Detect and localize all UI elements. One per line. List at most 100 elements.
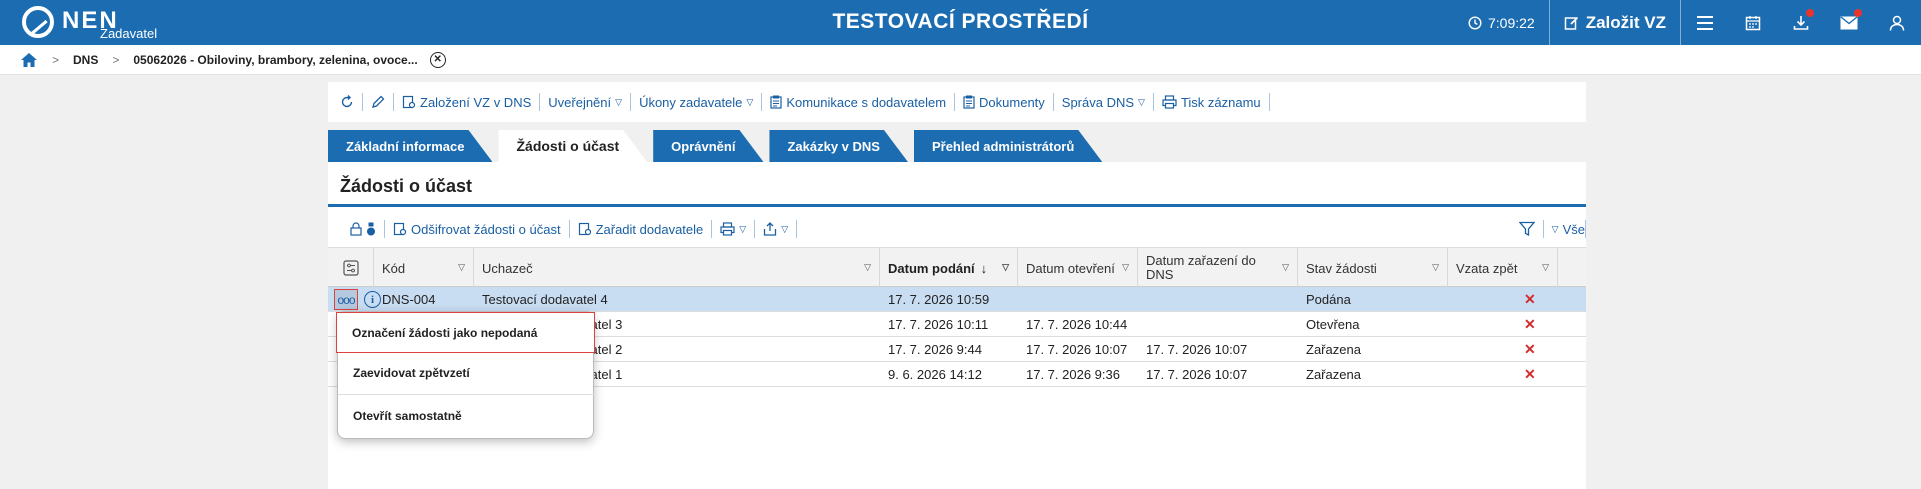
cell-datum-zarazeni	[1138, 312, 1146, 337]
column-header-uchazec[interactable]: Uchazeč ▽	[474, 248, 880, 288]
column-header-datum-podani[interactable]: Datum podání ↓ ▽	[880, 248, 1018, 288]
cell-uchazec: Testovací dodavatel 4	[482, 292, 608, 307]
mail-icon	[1840, 15, 1858, 29]
printer-icon	[1162, 95, 1177, 109]
column-label: Stav žádosti	[1306, 260, 1377, 276]
filter-arrow-icon[interactable]: ▽	[1542, 262, 1549, 273]
cell-datum-otevreni: 17. 7. 2026 9:36	[1026, 367, 1120, 382]
print-dropdown[interactable]: ▽	[712, 220, 756, 238]
menu-item-mark-not-submitted[interactable]: Označení žádosti jako nepodaná	[336, 312, 595, 353]
lock-toggle-button[interactable]	[342, 220, 385, 238]
clipboard-icon	[963, 95, 975, 109]
sprava-dns-dropdown[interactable]: Správa DNS ▽	[1054, 93, 1154, 111]
decrypt-requests-button[interactable]: Odšifrovat žádosti o účast	[385, 220, 570, 238]
assign-supplier-button[interactable]: Zařadit dodavatele	[570, 220, 713, 238]
tab-zadosti-o-ucast[interactable]: Žádosti o účast	[498, 130, 647, 162]
grid-toolbar: Odšifrovat žádosti o účast Zařadit dodav…	[328, 214, 1586, 244]
sort-down-icon: ↓	[980, 260, 988, 276]
calendar-button[interactable]	[1729, 0, 1777, 45]
tab-zakazky-v-dns[interactable]: Zakázky v DNS	[769, 130, 908, 162]
sliders-icon	[342, 260, 359, 276]
column-settings-button[interactable]	[328, 248, 374, 288]
session-clock: 7:09:22	[1454, 0, 1550, 45]
printer-icon	[720, 222, 735, 236]
notification-dot	[1806, 9, 1814, 17]
column-header-stav-zadosti[interactable]: Stav žádosti ▽	[1298, 248, 1448, 288]
section-title: Žádosti o účast	[340, 176, 473, 196]
chevron-down-icon: ▽	[1138, 96, 1145, 107]
export-dropdown[interactable]: ▽	[755, 220, 798, 238]
dokumenty-button[interactable]: Dokumenty	[955, 93, 1054, 111]
menu-item-open-standalone[interactable]: Otevřít samostatně	[338, 396, 595, 436]
row-actions-button[interactable]: ooo	[334, 289, 358, 310]
tab-bar: Základní informace Žádosti o účast Opráv…	[328, 130, 1108, 162]
table-row[interactable]: ooo i DNS-004 Testovací dodavatel 4 17. …	[328, 287, 1586, 312]
column-label: Datum podání	[888, 260, 975, 276]
column-header-vzata-zpet[interactable]: Vzata zpět ▽	[1448, 248, 1558, 288]
menu-item-record-withdrawal[interactable]: Zaevidovat zpětvzetí	[338, 354, 595, 392]
tab-opravneni[interactable]: Oprávnění	[653, 130, 763, 162]
uverejneni-label: Uveřejnění	[548, 94, 612, 110]
zalozeni-vz-button[interactable]: Založení VZ v DNS	[394, 93, 541, 111]
messages-button[interactable]	[1825, 0, 1873, 45]
refresh-button[interactable]	[336, 93, 363, 111]
dokumenty-label: Dokumenty	[979, 94, 1045, 110]
breadcrumb-item-current[interactable]: 05062026 - Obiloviny, brambory, zelenina…	[133, 53, 417, 67]
column-label: Uchazeč	[482, 260, 533, 276]
downloads-button[interactable]	[1777, 0, 1825, 45]
chevron-down-icon: ▽	[615, 96, 623, 107]
komunikace-label: Komunikace s dodavatelem	[786, 94, 947, 110]
filter-icon	[1518, 221, 1535, 237]
pencil-icon	[372, 95, 385, 108]
chevron-right-icon: >	[112, 52, 120, 67]
filter-button[interactable]	[1511, 220, 1543, 238]
column-header-datum-otevreni[interactable]: Datum otevření ▽	[1018, 248, 1138, 288]
top-bar: NEN Zadavatel TESTOVACÍ PROSTŘEDÍ 7:09:2…	[0, 0, 1921, 45]
calendar-icon	[1745, 15, 1761, 30]
document-gear-icon	[402, 95, 416, 109]
view-all-dropdown[interactable]: ▽ Vše	[1542, 220, 1586, 238]
document-gear-icon	[578, 222, 591, 236]
user-profile-button[interactable]	[1873, 0, 1921, 45]
filter-arrow-icon[interactable]: ▽	[1122, 262, 1129, 273]
withdrawn-no-icon: ✕	[1524, 341, 1536, 357]
filter-arrow-icon[interactable]: ▽	[458, 262, 465, 273]
column-label: Kód	[382, 260, 406, 276]
create-vz-button[interactable]: Založit VZ	[1550, 0, 1681, 45]
uverejneni-dropdown[interactable]: Uveřejnění ▽	[540, 93, 632, 111]
tisk-zaznamu-button[interactable]: Tisk záznamu	[1154, 93, 1270, 111]
nen-logo-icon	[22, 6, 54, 38]
cell-stav: Podána	[1306, 292, 1351, 307]
breadcrumb-item-dns[interactable]: DNS	[73, 53, 98, 67]
hamburger-menu-button[interactable]	[1681, 0, 1729, 45]
lock-icon	[350, 222, 362, 236]
more-dots-icon: ooo	[337, 292, 355, 307]
filter-arrow-icon[interactable]: ▽	[1432, 262, 1439, 273]
clock-icon	[1468, 15, 1482, 30]
filter-arrow-icon[interactable]: ▽	[864, 262, 871, 273]
tab-prehled-administratoru[interactable]: Přehled administrátorů	[914, 130, 1102, 162]
column-header-datum-zarazeni[interactable]: Datum zařazení do DNS ▽	[1138, 248, 1298, 288]
komunikace-button[interactable]: Komunikace s dodavatelem	[762, 93, 956, 111]
filter-arrow-icon[interactable]: ▽	[1282, 262, 1289, 273]
cell-stav: Zařazena	[1306, 342, 1361, 357]
cell-kod: DNS-004	[382, 292, 436, 307]
filter-arrow-icon[interactable]: ▽	[1002, 262, 1009, 273]
menu-divider	[338, 394, 595, 395]
cell-datum-otevreni: 17. 7. 2026 10:07	[1026, 342, 1128, 357]
tab-zakladni-informace[interactable]: Základní informace	[328, 130, 492, 162]
withdrawn-no-icon: ✕	[1524, 366, 1536, 382]
chevron-right-icon: >	[52, 52, 60, 67]
table-header: Kód ▽ Uchazeč ▽ Datum podání ↓ ▽ Datum otevř…	[328, 247, 1586, 288]
row-context-menu: Označení žádosti jako nepodaná Zaevidova…	[336, 311, 595, 439]
cell-datum-podani: 17. 7. 2026 10:59	[888, 292, 990, 307]
notification-dot	[1854, 9, 1862, 17]
close-icon[interactable]: ✕	[429, 51, 446, 68]
ukony-zadavatele-dropdown[interactable]: Úkony zadavatele ▽	[631, 93, 763, 111]
edit-button[interactable]	[363, 93, 394, 111]
column-header-kod[interactable]: Kód ▽	[374, 248, 474, 288]
refresh-icon	[341, 95, 353, 108]
chevron-down-icon: ▽	[746, 96, 754, 107]
clock-time: 7:09:22	[1488, 14, 1535, 31]
home-icon[interactable]	[20, 52, 38, 68]
